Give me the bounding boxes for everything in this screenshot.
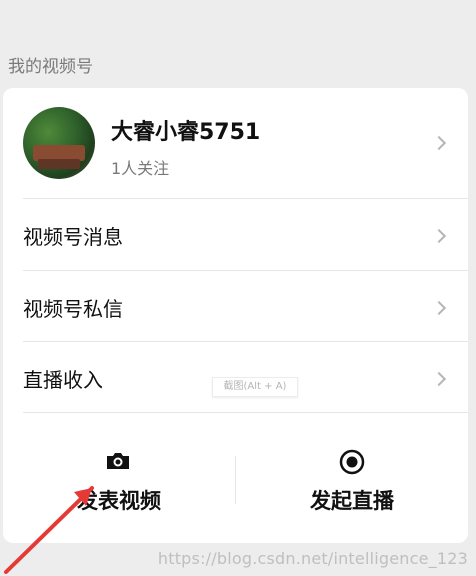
chevron-right-icon [431,371,447,387]
divider [23,412,468,413]
camera-icon [107,453,129,469]
record-icon [339,449,365,475]
channel-card: 大睿小睿5751 1人关注 视频号消息 视频号私信 直播收入 发表视频 发起直播 [3,88,468,543]
start-live-label: 发起直播 [310,489,394,513]
avatar-bench-image [33,145,85,169]
chevron-right-icon [431,228,447,244]
chevron-right-icon [431,135,447,151]
menu-item-label: 直播收入 [23,368,103,392]
menu-item-private-messages[interactable]: 视频号私信 [3,271,468,342]
chevron-right-icon [431,300,447,316]
screenshot-tooltip: 截图(Alt + A) [212,377,298,397]
publish-video-label: 发表视频 [77,489,161,513]
menu-item-label: 视频号消息 [23,225,123,249]
profile-row[interactable]: 大睿小睿5751 1人关注 [3,88,468,198]
section-title: 我的视频号 [8,57,93,77]
start-live-button[interactable]: 发起直播 [236,435,468,520]
follower-count: 1人关注 [111,159,170,178]
menu-item-label: 视频号私信 [23,297,123,321]
avatar [23,107,95,179]
menu-item-video-messages[interactable]: 视频号消息 [3,199,468,270]
publish-video-button[interactable]: 发表视频 [3,435,235,520]
watermark: https://blog.csdn.net/intelligence_123 [157,549,468,568]
profile-name: 大睿小睿5751 [111,120,261,145]
